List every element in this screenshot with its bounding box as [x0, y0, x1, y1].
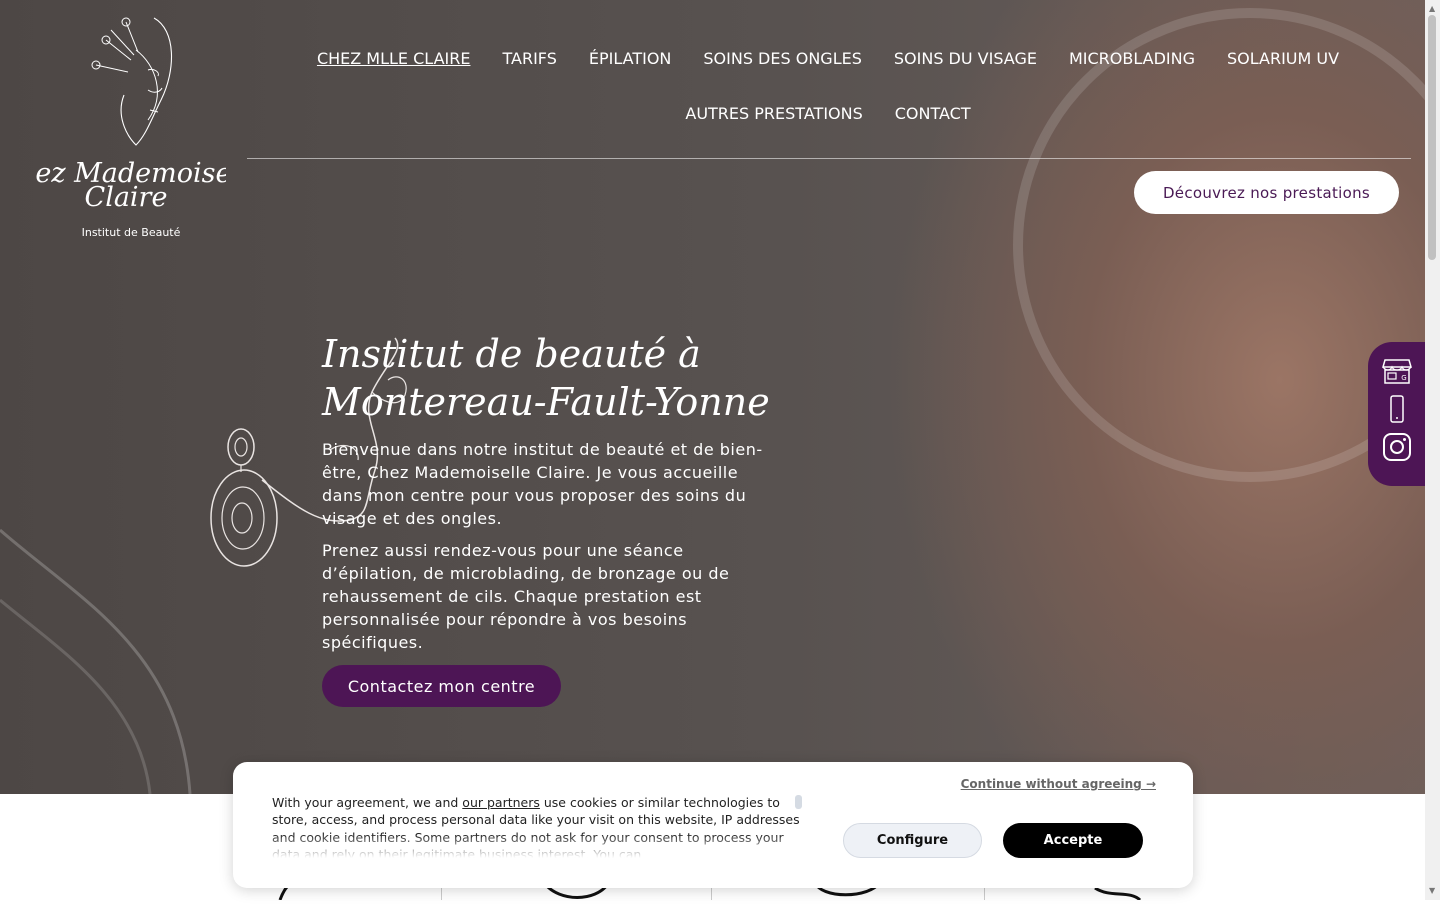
logo-illustration: Chez Mademoiselle Claire — [0, 17, 265, 213]
continue-without-agreeing-link[interactable]: Continue without agreeing → — [961, 777, 1156, 791]
scroll-thumb[interactable] — [1428, 15, 1436, 260]
hero-title: Institut de beauté à Montereau-Fault-Yon… — [322, 330, 842, 426]
scroll-up-arrow-icon[interactable]: ▲ — [1429, 4, 1435, 13]
nav-item-chez-mlle-claire[interactable]: CHEZ MLLE CLAIRE — [301, 48, 487, 69]
accept-button[interactable]: Accepte — [1003, 823, 1143, 858]
instagram-icon[interactable] — [1382, 432, 1412, 462]
nav-item-solarium-uv[interactable]: SOLARIUM UV — [1211, 48, 1355, 69]
svg-text:G: G — [1401, 374, 1406, 382]
hero-services-paragraph: Prenez aussi rendez-vous pour une séance… — [322, 541, 730, 652]
hero-title-line2: Montereau-Fault-Yonne — [322, 380, 770, 424]
social-sidebar: G — [1368, 342, 1425, 486]
logo-subtitle: Institut de Beauté — [81, 226, 181, 239]
logo[interactable]: Chez Mademoiselle Claire Institut de Bea… — [0, 10, 265, 242]
page-scrollbar[interactable]: ▲ ▼ — [1425, 0, 1440, 900]
nav-item-tarifs[interactable]: TARIFS — [486, 48, 572, 69]
hero-title-line1: Institut de beauté à — [322, 332, 701, 376]
hero-section: Chez Mademoiselle Claire Institut de Bea… — [0, 0, 1425, 794]
nav-item-autres-prestations[interactable]: AUTRES PRESTATIONS — [669, 103, 878, 124]
cookie-consent-text: With your agreement, we and our partners… — [272, 794, 802, 858]
configure-button[interactable]: Configure — [843, 823, 982, 858]
main-nav: CHEZ MLLE CLAIRE TARIFS ÉPILATION SOINS … — [248, 48, 1408, 124]
discover-services-button[interactable]: Découvrez nos prestations — [1134, 171, 1399, 214]
logo-name-line2: Claire — [85, 182, 168, 213]
hero-intro-paragraph: Bienvenue dans notre institut de beauté … — [322, 440, 763, 528]
nav-item-microblading[interactable]: MICROBLADING — [1053, 48, 1211, 69]
nav-divider — [247, 158, 1411, 159]
cookie-text-start: With your agreement, we and — [272, 795, 463, 810]
store-icon[interactable]: G — [1382, 356, 1412, 386]
nav-item-soins-des-ongles[interactable]: SOINS DES ONGLES — [687, 48, 878, 69]
scroll-down-arrow-icon[interactable]: ▼ — [1429, 886, 1435, 895]
nav-item-epilation[interactable]: ÉPILATION — [573, 48, 688, 69]
contact-center-button[interactable]: Contactez mon centre — [322, 665, 561, 707]
our-partners-link[interactable]: our partners — [462, 795, 540, 810]
cookie-text-scrollbar[interactable] — [795, 795, 802, 809]
nav-item-contact[interactable]: CONTACT — [879, 103, 987, 124]
phone-icon[interactable] — [1382, 394, 1412, 424]
nav-item-soins-du-visage[interactable]: SOINS DU VISAGE — [878, 48, 1053, 69]
cookie-banner: Continue without agreeing → With your ag… — [233, 762, 1193, 888]
